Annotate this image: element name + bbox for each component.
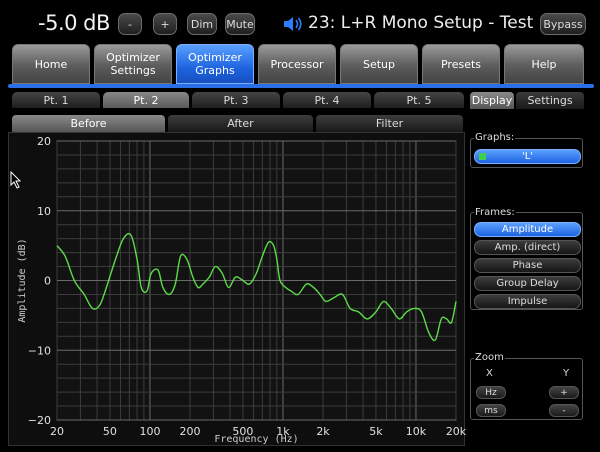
zoom-y-label: Y: [562, 368, 571, 379]
tab-pt-1[interactable]: Pt. 1: [12, 92, 100, 108]
tab-pt-4[interactable]: Pt. 4: [283, 92, 371, 108]
tab-presets[interactable]: Presets: [422, 44, 500, 84]
tab-home[interactable]: Home: [12, 44, 90, 84]
x-tick-label: 20k: [446, 425, 466, 438]
graph-item-label: 'L': [521, 151, 534, 162]
zoom-y-in-button[interactable]: +: [549, 386, 579, 399]
x-tick-label: 2k: [316, 425, 330, 438]
mute-button[interactable]: Mute: [225, 13, 255, 35]
tab-pt-2[interactable]: Pt. 2: [103, 92, 189, 108]
frame-impulse[interactable]: Impulse: [474, 294, 581, 309]
volume-up-button[interactable]: +: [153, 13, 177, 35]
zoom-x-hz-button[interactable]: Hz: [476, 386, 506, 399]
frame-group-delay[interactable]: Group Delay: [474, 276, 581, 291]
tab-pt-3[interactable]: Pt. 3: [192, 92, 280, 108]
dim-button[interactable]: Dim: [187, 13, 217, 35]
bypass-button[interactable]: Bypass: [540, 13, 586, 35]
y-tick-label: −10: [28, 344, 51, 357]
volume-down-button[interactable]: -: [118, 13, 142, 35]
y-tick-label: 0: [44, 275, 51, 288]
y-tick-label: 20: [37, 135, 51, 148]
tab-pt-5[interactable]: Pt. 5: [374, 92, 464, 108]
tab-filter[interactable]: Filter: [316, 115, 463, 132]
graph-item-l[interactable]: 'L': [474, 149, 581, 164]
frame-amplitude[interactable]: Amplitude: [474, 222, 581, 237]
volume-readout: -5.0 dB: [38, 11, 110, 35]
frames-label: Frames:: [474, 207, 516, 218]
zoom-x-label: X: [485, 368, 494, 379]
x-tick-label: 200: [180, 425, 201, 438]
zoom-x-ms-button[interactable]: ms: [476, 404, 506, 417]
y-tick-label: −20: [28, 414, 51, 427]
mouse-cursor-icon: [10, 171, 22, 189]
tab-optimizer-settings[interactable]: Optimizer Settings: [94, 44, 172, 84]
y-tick-label: 10: [37, 205, 51, 218]
frame-amp-direct[interactable]: Amp. (direct): [474, 240, 581, 255]
x-axis-label: Frequency (Hz): [214, 434, 298, 445]
tab-underline: [8, 84, 594, 88]
tab-display[interactable]: Display: [470, 92, 514, 109]
tab-before[interactable]: Before: [12, 115, 165, 132]
top-bar: -5.0 dB - + Dim Mute 23: L+R Mono Setup …: [0, 0, 600, 46]
amplitude-chart: −20−100102020 50 100 200 500 1k 2k 5k 10k 20kFreq…: [17, 135, 466, 445]
zoom-y-out-button[interactable]: -: [549, 404, 579, 417]
graph-color-swatch: [479, 153, 486, 160]
x-tick-label: 20: [50, 425, 64, 438]
tab-help[interactable]: Help: [504, 44, 584, 84]
y-axis-label: Amplitude (dB): [17, 238, 28, 322]
amplitude-plot[interactable]: −20 −10 0 10 20 20 50 100 200 500 1k 2k 5k 10k 20k Freq…: [8, 132, 466, 446]
preset-title: 23: L+R Mono Setup - Test: [308, 13, 534, 33]
tab-settings[interactable]: Settings: [516, 92, 584, 109]
tab-setup[interactable]: Setup: [340, 44, 418, 84]
zoom-label: Zoom: [474, 352, 505, 363]
tab-after[interactable]: After: [168, 115, 313, 132]
frame-phase[interactable]: Phase: [474, 258, 581, 273]
speaker-icon[interactable]: [282, 15, 304, 33]
x-tick-label: 10k: [406, 425, 427, 438]
tab-optimizer-graphs[interactable]: Optimizer Graphs: [176, 44, 254, 84]
tab-processor[interactable]: Processor: [258, 44, 336, 84]
x-tick-label: 100: [139, 425, 160, 438]
x-tick-label: 50: [103, 425, 117, 438]
x-tick-label: 5k: [369, 425, 383, 438]
graphs-label: Graphs:: [474, 132, 516, 143]
